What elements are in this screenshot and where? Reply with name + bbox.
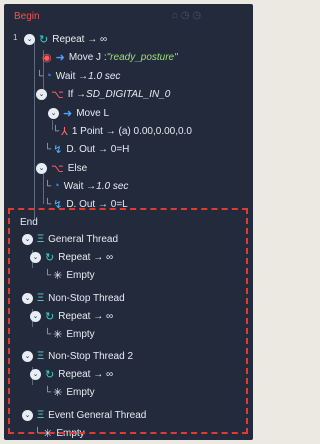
tree-guide-main — [34, 40, 35, 220]
empty-node: └ ✳ Empty — [44, 269, 95, 282]
empty-node: └ ✳ Empty — [44, 386, 95, 399]
repeat-icon: ↻ — [39, 33, 49, 46]
tree-connector-icon: └ — [52, 125, 60, 137]
repeat-icon: ↻ — [45, 368, 55, 381]
repeat-node[interactable]: ⌄ ↻ Repeat → ∞ — [30, 308, 113, 324]
chevron-down-icon[interactable]: ⌄ — [48, 107, 59, 119]
loading-icon: ✳ — [53, 386, 63, 399]
thread-icon: Ξ — [37, 292, 45, 304]
chevron-down-icon[interactable]: ⌄ — [30, 368, 41, 380]
repeat-node[interactable]: ⌄ ↻ Repeat → ∞ — [30, 366, 113, 382]
program-tree-panel: Begin ⌂ ◷ ◷ 1 ⌄ ↻ Repeat → ∞ ◉ ➜ Move J … — [4, 4, 253, 440]
chevron-down-icon[interactable]: ⌄ — [30, 251, 41, 263]
chevron-down-icon[interactable]: ⌄ — [22, 409, 33, 421]
arrow-right-icon: ➜ — [63, 107, 73, 120]
chevron-down-icon[interactable]: ⌄ — [36, 162, 47, 174]
thread-non-stop-2[interactable]: ⌄ Ξ Non-Stop Thread 2 — [22, 348, 133, 364]
repeat-icon: ↻ — [45, 251, 55, 264]
digital-out-node[interactable]: └ ↯ D. Out → 0=H — [44, 141, 129, 157]
else-branch-icon: ⌥ — [51, 162, 64, 175]
loading-icon: ✳ — [53, 328, 63, 341]
thread-icon: Ξ — [37, 233, 45, 245]
wait-node[interactable]: └ ◔ Wait → 1.0 sec — [44, 178, 128, 194]
repeat-node[interactable]: ⌄ ↻ Repeat → ∞ — [30, 249, 113, 265]
toolbar-icons: ⌂ ◷ ◷ — [172, 10, 202, 21]
if-node[interactable]: ⌄ ⌥ If → SD_DIGITAL_IN_0 — [36, 86, 170, 102]
digital-out-node[interactable]: └ ↯ D. Out → 0=L — [44, 196, 128, 212]
tree-connector-icon: └ — [44, 386, 52, 398]
chevron-down-icon[interactable]: ⌄ — [36, 88, 47, 100]
empty-node: └ ✳ Empty — [34, 427, 85, 440]
line-number: 1 — [13, 33, 18, 42]
tree-connector-icon: └ — [36, 70, 44, 82]
signal-icon: ↯ — [53, 198, 63, 211]
move-l-node[interactable]: ⌄ ➜ Move L — [48, 105, 109, 121]
tree-connector-icon: └ — [44, 269, 52, 281]
end-label: End — [20, 216, 38, 228]
thread-non-stop[interactable]: ⌄ Ξ Non-Stop Thread — [22, 290, 125, 306]
thread-general[interactable]: ⌄ Ξ General Thread — [22, 231, 118, 247]
repeat-icon: ↻ — [45, 310, 55, 323]
loading-icon: ✳ — [43, 427, 53, 440]
loading-icon: ✳ — [53, 269, 63, 282]
tree-connector-icon: └ — [44, 198, 52, 210]
clock-icon: ◔ — [45, 70, 52, 82]
move-j-node[interactable]: ◉ ➜ Move J : "ready_posture" — [42, 49, 178, 65]
chevron-down-icon[interactable]: ⌄ — [22, 350, 33, 362]
repeat-node[interactable]: ⌄ ↻ Repeat → ∞ — [24, 31, 107, 47]
thread-icon: Ξ — [37, 409, 45, 421]
tree-connector-icon: └ — [34, 427, 42, 439]
empty-node: └ ✳ Empty — [44, 328, 95, 341]
chevron-down-icon[interactable]: ⌄ — [22, 292, 33, 304]
tree-connector-icon: └ — [44, 143, 52, 155]
thread-event-general[interactable]: ⌄ Ξ Event General Thread — [22, 407, 146, 423]
axis-icon: ⅄ — [61, 125, 68, 138]
if-branch-icon: ⌥ — [51, 88, 64, 101]
chevron-down-icon[interactable]: ⌄ — [22, 233, 33, 245]
begin-label: Begin — [14, 10, 40, 22]
chevron-down-icon[interactable]: ⌄ — [24, 33, 35, 45]
tree-connector-icon: └ — [44, 180, 52, 192]
point-node[interactable]: └ ⅄ 1 Point → (a) 0.00,0.00,0.0 — [52, 123, 192, 139]
arrow-right-icon: ➜ — [55, 51, 65, 64]
wait-node[interactable]: └ ◔ Wait → 1.0 sec — [36, 68, 120, 84]
thread-icon: Ξ — [37, 350, 45, 362]
clock-icon: ◔ — [53, 180, 60, 192]
tree-connector-icon: └ — [44, 328, 52, 340]
signal-icon: ↯ — [53, 143, 63, 156]
else-node[interactable]: ⌄ ⌥ Else — [36, 160, 87, 176]
chevron-down-icon[interactable]: ⌄ — [30, 310, 41, 322]
stop-icon: ◉ — [42, 51, 52, 64]
